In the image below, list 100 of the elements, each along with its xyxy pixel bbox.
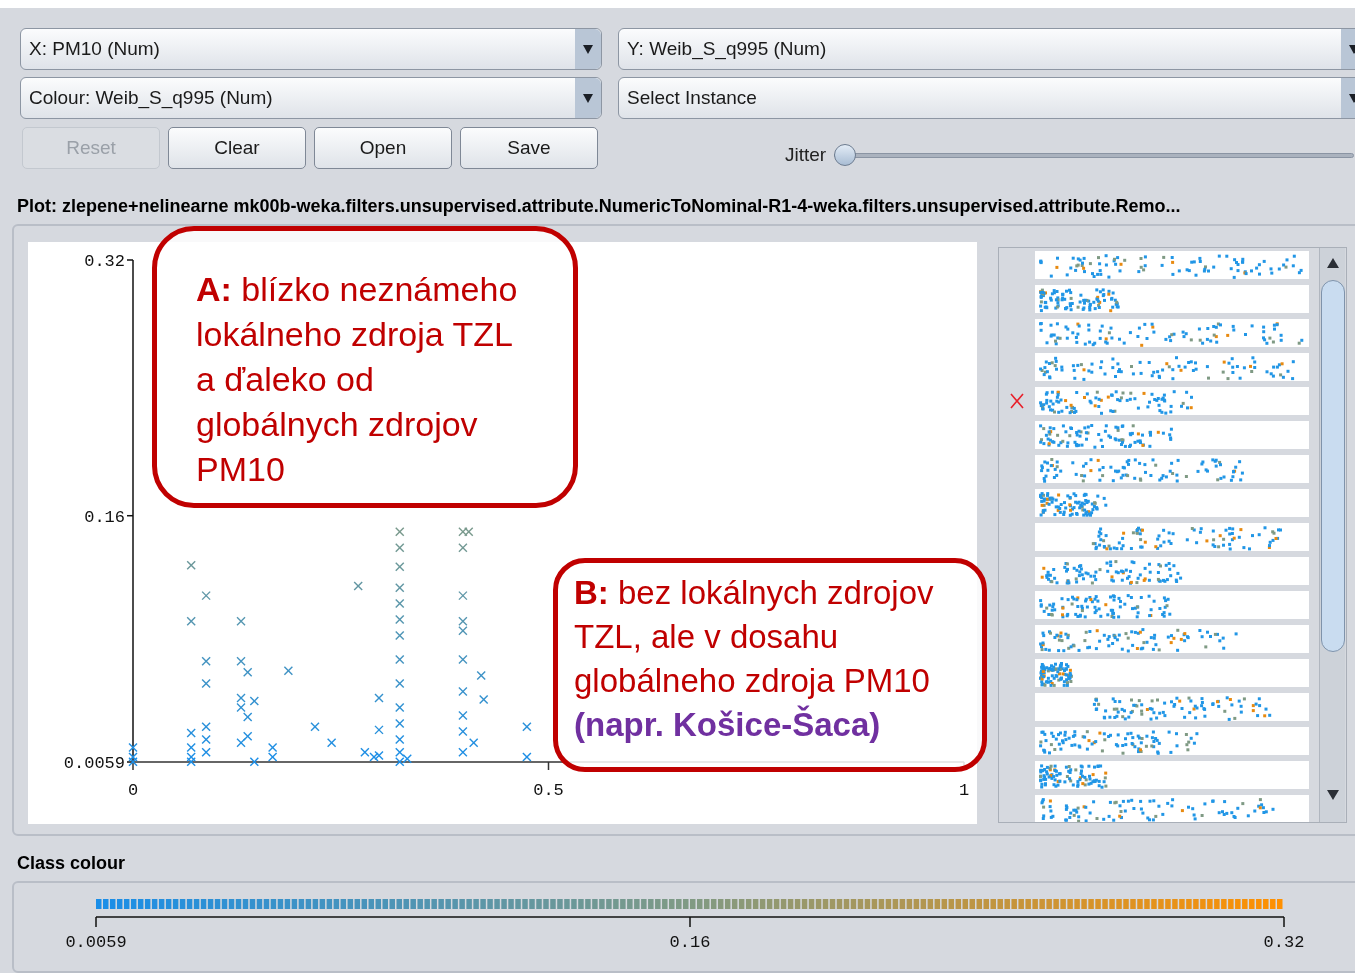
thumbnail-plot[interactable] <box>1035 387 1309 415</box>
scale-tick-label: 0.16 <box>669 933 711 952</box>
dropdown-arrow-icon[interactable] <box>582 92 594 104</box>
data-point <box>395 747 405 757</box>
data-point <box>464 527 474 537</box>
dropdown-arrow-icon[interactable] <box>582 43 594 55</box>
scale-tick-label: 0.0059 <box>65 933 127 952</box>
data-point <box>395 562 405 572</box>
data-point <box>236 737 246 748</box>
callout-note: (napr. Košice-Šaca) <box>574 704 882 745</box>
data-point <box>458 726 468 737</box>
thumbnail-plot[interactable] <box>1035 421 1309 449</box>
data-point <box>186 728 196 738</box>
data-point <box>186 752 196 762</box>
data-point <box>186 757 196 767</box>
dropdown-value: Y: Weib_S_q995 (Num) <box>626 36 827 62</box>
data-point <box>186 560 196 570</box>
data-point <box>201 747 211 757</box>
data-point <box>395 654 405 665</box>
thumbnail-plot[interactable] <box>1035 727 1309 755</box>
button[interactable]: Open <box>314 127 452 169</box>
data-point <box>326 737 337 748</box>
jitter-label: Jitter <box>785 142 827 167</box>
dropdown[interactable]: X: PM10 (Num) <box>20 28 602 70</box>
thumbnail-plot[interactable] <box>1035 625 1309 653</box>
thumbnail-plot[interactable] <box>1035 557 1309 585</box>
data-point <box>395 757 405 767</box>
data-point <box>395 734 405 745</box>
thumbnail-plot[interactable] <box>1035 455 1309 483</box>
data-point <box>458 654 468 665</box>
data-point <box>360 747 370 757</box>
y-tick-label: 0.0059 <box>63 754 125 773</box>
data-point <box>249 757 260 767</box>
data-point <box>395 598 405 609</box>
data-point <box>522 721 532 732</box>
data-point <box>458 590 468 601</box>
thumbnail-plot[interactable] <box>1035 795 1309 822</box>
data-point <box>395 542 405 553</box>
data-point <box>458 626 468 636</box>
button[interactable]: Save <box>460 127 598 169</box>
dropdown-value: Select Instance <box>626 85 757 110</box>
button[interactable]: Clear <box>168 127 306 169</box>
data-point <box>458 542 468 553</box>
data-point <box>201 590 211 601</box>
dropdown-value: Colour: Weib_S_q995 (Num) <box>28 85 273 111</box>
thumbnail-plot[interactable] <box>1035 489 1309 517</box>
data-point <box>128 752 138 762</box>
data-point <box>374 725 384 735</box>
dropdown-value: X: PM10 (Num) <box>28 36 160 61</box>
data-point <box>479 694 489 705</box>
dropdown[interactable]: Select Instance <box>618 77 1355 119</box>
data-point <box>395 614 405 625</box>
data-point <box>522 752 532 762</box>
x-tick-label: 0 <box>127 781 139 800</box>
data-point <box>402 753 412 764</box>
data-point <box>458 616 468 626</box>
thumbnail-plot[interactable] <box>1035 251 1309 279</box>
data-point <box>353 581 363 591</box>
thumbnail-plot[interactable] <box>1035 285 1309 313</box>
data-point <box>201 678 211 689</box>
y-tick-label: 0.16 <box>84 507 125 527</box>
scroll-down-icon[interactable] <box>1325 788 1340 802</box>
dropdown[interactable]: Colour: Weib_S_q995 (Num) <box>20 77 602 119</box>
data-point <box>458 747 468 757</box>
thumbnail-plot[interactable] <box>1035 523 1309 551</box>
callout-text: B: bez lokálnych zdrojov TZL, ale v dosahu globálneho zdroja PM10 <box>574 573 935 701</box>
y-tick-label: 0.32 <box>84 252 125 271</box>
data-point <box>267 752 278 762</box>
thumbnail-plot[interactable] <box>1035 659 1309 687</box>
data-point <box>395 582 405 593</box>
slider-thumb[interactable] <box>834 144 857 166</box>
thumbnail-plot[interactable] <box>1035 591 1309 619</box>
data-point <box>236 702 246 713</box>
thumbnail-plot[interactable] <box>1035 353 1309 381</box>
scroll-up-icon[interactable] <box>1325 256 1340 270</box>
data-point <box>458 710 468 721</box>
data-point <box>243 667 253 678</box>
data-point <box>201 656 211 666</box>
data-point <box>458 527 468 537</box>
scrollbar-thumb[interactable] <box>1320 280 1345 652</box>
data-point <box>236 616 246 626</box>
data-point <box>458 686 468 697</box>
x-tick-label: 0.5 <box>533 781 564 800</box>
data-point <box>395 527 405 537</box>
dropdown[interactable]: Y: Weib_S_q995 (Num) <box>618 28 1355 70</box>
data-point <box>236 656 246 666</box>
jitter-slider[interactable] <box>834 143 1355 167</box>
data-point <box>395 718 405 729</box>
data-point <box>469 737 479 748</box>
data-point <box>236 693 246 703</box>
thumbnail-plot[interactable] <box>1035 761 1309 789</box>
plot-title: Plot: zlepene+nelinearne mk00b-weka.filters.unsupervised.attribute.NumericToNominal-R1-4-weka.filters.unsupervised.attribute.Remo... <box>16 195 1182 218</box>
data-point <box>374 750 384 761</box>
thumbnail-plot[interactable] <box>1035 693 1309 721</box>
x-tick-label: 1 <box>958 781 970 800</box>
thumbnail-plot[interactable] <box>1035 319 1309 347</box>
data-point <box>283 666 294 676</box>
data-point <box>476 670 486 681</box>
data-point <box>267 742 278 753</box>
scrollbar[interactable] <box>1319 248 1345 822</box>
